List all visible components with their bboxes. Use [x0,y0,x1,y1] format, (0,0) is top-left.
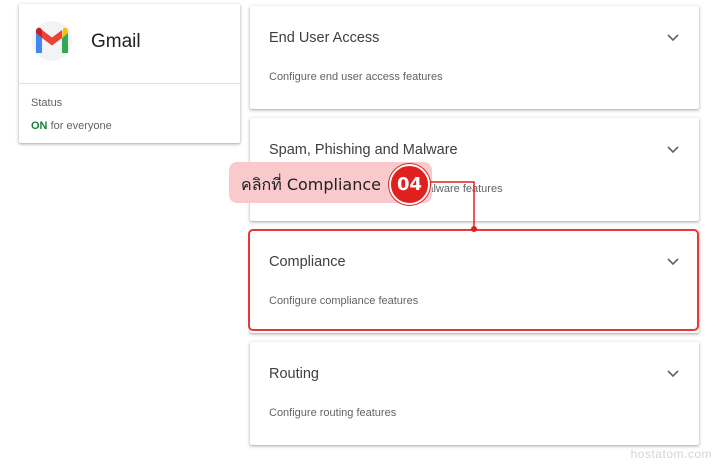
watermark: hostatom.com [630,447,712,461]
connector-line [426,181,477,232]
step-badge: 04 [389,164,430,205]
